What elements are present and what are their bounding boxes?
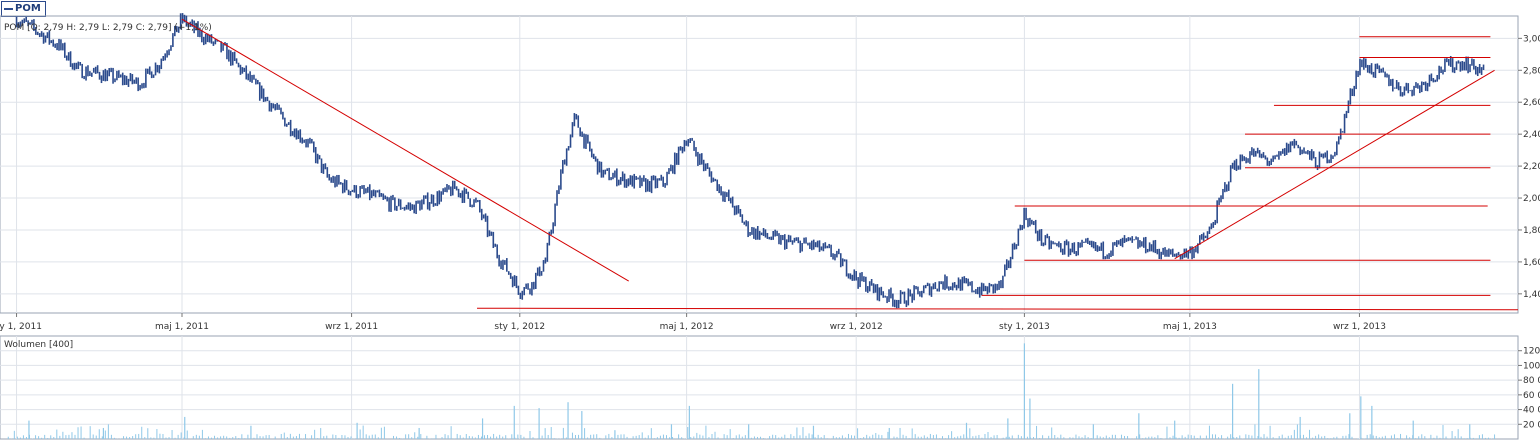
- chart-svg: sty 1, 2011 maj 1, 2011 wrz 1, 2011 sty 1, …: [0, 13, 1540, 440]
- volume-info: Wolumen [400]: [4, 340, 73, 350]
- y-tick-label: 2,00: [1523, 194, 1540, 204]
- price-grid: [0, 16, 1518, 313]
- x-tick-labels: sty 1, 2011 maj 1, 2011 wrz 1, 2011 sty 1, …: [0, 313, 1386, 332]
- volume-tick-label: 120 000: [1523, 347, 1540, 357]
- volume-tick-label: 100 000: [1523, 361, 1540, 371]
- x-tick-label: wrz 1, 2012: [830, 322, 883, 332]
- y-tick-label: 3,00: [1523, 34, 1540, 44]
- volume-tick-label: 20 000: [1523, 420, 1540, 430]
- volume-frame: [0, 335, 1519, 440]
- volume-tick-label: 60 000: [1523, 391, 1540, 401]
- x-tick-label: maj 1, 2011: [155, 322, 209, 332]
- x-tick-label: maj 1, 2012: [660, 322, 714, 332]
- y-tick-label: 2,20: [1523, 162, 1540, 172]
- y-tick-label: 2,60: [1523, 98, 1540, 108]
- chart-container: POM sty 1, 2011maj 1, 2011wrz 1, 2011sty…: [0, 0, 1540, 442]
- x-tick-label: maj 1, 2013: [1163, 322, 1217, 332]
- x-tick-label: sty 1, 2011: [0, 322, 42, 332]
- volume-y-tick-labels: 20 000 40 000 60 000 80 000 100 000 120 000: [1518, 347, 1540, 430]
- x-tick-label: sty 1, 2012: [494, 322, 545, 332]
- volume-grid: [0, 336, 1518, 439]
- y-tick-label: 1,80: [1523, 226, 1540, 236]
- y-tick-label: 2,80: [1523, 66, 1540, 76]
- x-tick-label: wrz 1, 2013: [1333, 322, 1386, 332]
- price-y-tick-labels: 1,40 1,60 1,80 2,00 2,20 2,40 2,60 2,80 3,00: [1518, 34, 1540, 300]
- volume-tick-label: 40 000: [1523, 406, 1540, 416]
- price-series: [15, 13, 1485, 309]
- y-tick-label: 2,40: [1523, 130, 1540, 140]
- y-tick-label: 1,40: [1523, 290, 1540, 300]
- x-tick-label: wrz 1, 2011: [325, 322, 378, 332]
- price-frame: [0, 15, 1519, 314]
- price-info: POM [O: 2,79 H: 2,79 L: 2,79 C: 2,79] (+…: [4, 23, 212, 33]
- volume-tick-label: 80 000: [1523, 376, 1540, 386]
- chart-frames: [0, 15, 1519, 440]
- trendline: [477, 307, 1519, 311]
- x-tick-label: sty 1, 2013: [999, 322, 1050, 332]
- trendline: [181, 18, 629, 282]
- trendlines: [181, 18, 1519, 311]
- y-tick-label: 1,60: [1523, 258, 1540, 268]
